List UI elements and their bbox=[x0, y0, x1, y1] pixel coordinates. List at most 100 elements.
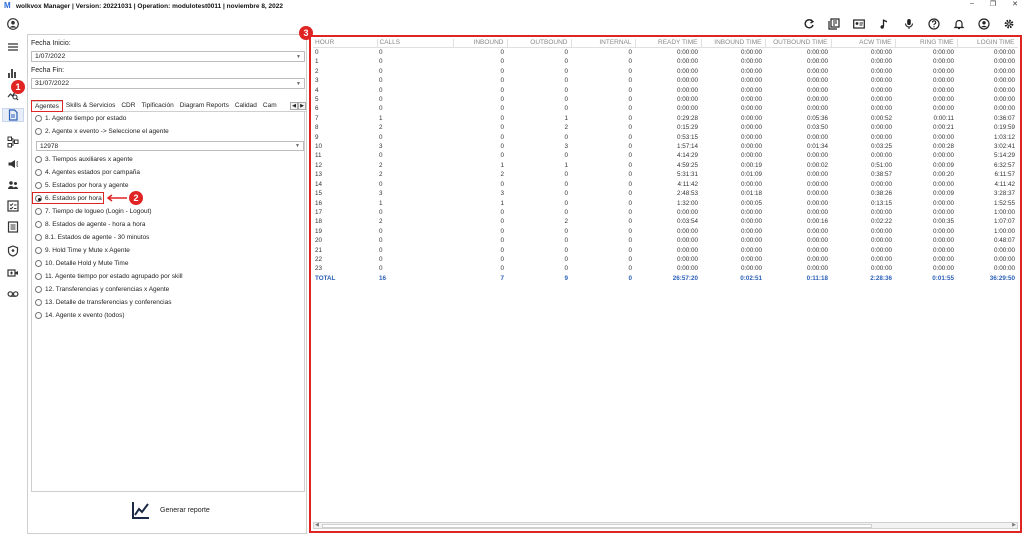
report-option-8-1[interactable]: 8.1. Estados de agente - 30 minutos bbox=[35, 234, 149, 241]
team-icon[interactable] bbox=[6, 178, 20, 192]
report-option-2[interactable]: 2. Agente x evento -> Seleccione el agen… bbox=[35, 128, 169, 135]
video-icon[interactable] bbox=[6, 266, 20, 280]
column-header[interactable]: LOGIN TIME bbox=[957, 39, 1018, 48]
report-option-7[interactable]: 7. Tiempo de logueo (Login - Logout) bbox=[35, 208, 152, 215]
checklist-icon[interactable] bbox=[6, 199, 20, 213]
voicemail-icon[interactable] bbox=[6, 287, 20, 301]
table-row[interactable]: 7 1 0 1 0 0:29:28 0:00:00 0:05:36 0:00:52 0:00:11… bbox=[313, 114, 1018, 123]
report-option-4[interactable]: 4. Agentes estados por campaña bbox=[35, 169, 140, 176]
table-row[interactable]: 10 3 0 3 0 1:57:14 0:00:00 0:01:34 0:03:25 0:00:2… bbox=[313, 142, 1018, 151]
table-row[interactable]: 17 0 0 0 0 0:00:00 0:00:00 0:00:00 0:00:00 0:00:0… bbox=[313, 208, 1018, 217]
tab-scroll-right-icon[interactable]: ▶ bbox=[298, 102, 306, 110]
column-header[interactable]: HOUR bbox=[313, 39, 378, 48]
table-row[interactable]: 5 0 0 0 0 0:00:00 0:00:00 0:00:00 0:00:00 0:00:00… bbox=[313, 95, 1018, 104]
horizontal-scrollbar[interactable]: ◀ ▶ bbox=[313, 522, 1018, 529]
table-row[interactable]: 18 2 0 2 0 0:03:54 0:00:00 0:00:16 0:02:22 0:00:3… bbox=[313, 217, 1018, 226]
table-row[interactable]: 15 3 3 0 0 2:48:53 0:01:18 0:00:00 0:38:26 0:00:0… bbox=[313, 189, 1018, 198]
table-cell: 2:48:53 bbox=[676, 190, 698, 198]
close-icon[interactable]: ✕ bbox=[1012, 0, 1018, 8]
megaphone-icon[interactable] bbox=[6, 157, 20, 171]
security-icon[interactable] bbox=[6, 244, 20, 258]
column-header[interactable]: READY TIME bbox=[635, 39, 702, 48]
column-header[interactable]: RING TIME bbox=[895, 39, 958, 48]
generate-report-button[interactable]: Generar reporte bbox=[132, 501, 210, 519]
table-row[interactable]: 23 0 0 0 0 0:00:00 0:00:00 0:00:00 0:00:00 0:00:0… bbox=[313, 264, 1018, 273]
report-option-9[interactable]: 9. Hold Time y Mute x Agente bbox=[35, 247, 130, 254]
table-row[interactable]: 16 1 1 0 0 1:32:00 0:00:05 0:00:00 0:13:15 0:00:0… bbox=[313, 199, 1018, 208]
user-icon[interactable] bbox=[977, 17, 991, 31]
window-controls: – ❐ ✕ bbox=[970, 0, 1018, 8]
flow-icon[interactable] bbox=[6, 135, 20, 149]
table-header-row: HOUR CALLS INBOUND OUTBOUND INTERNAL READY TI… bbox=[313, 39, 1018, 48]
bar-chart-icon[interactable] bbox=[6, 66, 20, 80]
reports-icon[interactable] bbox=[2, 108, 24, 122]
table-row[interactable]: 22 0 0 0 0 0:00:00 0:00:00 0:00:00 0:00:00 0:00:0… bbox=[313, 255, 1018, 264]
microphone-icon[interactable] bbox=[902, 17, 916, 31]
table-row[interactable]: 6 0 0 0 0 0:00:00 0:00:00 0:00:00 0:00:00 0:00:00… bbox=[313, 104, 1018, 113]
column-header[interactable]: OUTBOUND TIME bbox=[765, 39, 832, 48]
tab-skills-servicios[interactable]: Skills & Servicios bbox=[63, 101, 118, 111]
end-date-field[interactable]: 31/07/2022 ▼ bbox=[31, 78, 305, 89]
tab-tipificacion[interactable]: Tipificación bbox=[138, 101, 176, 111]
report-option-11[interactable]: 11. Agente tiempo por estado agrupado po… bbox=[35, 273, 183, 280]
column-header[interactable]: INBOUND TIME bbox=[701, 39, 766, 48]
minimize-icon[interactable]: – bbox=[970, 0, 974, 8]
end-date-label: Fecha Fin: bbox=[31, 67, 65, 74]
table-row[interactable]: 19 0 0 0 0 0:00:00 0:00:00 0:00:00 0:00:00 0:00:0… bbox=[313, 227, 1018, 236]
table-row[interactable]: 8 2 0 2 0 0:15:29 0:00:00 0:03:50 0:00:00 0:00:21… bbox=[313, 123, 1018, 132]
settings-icon[interactable] bbox=[1002, 17, 1016, 31]
tab-diagram-reports[interactable]: Diagram Reports bbox=[177, 101, 232, 111]
scrollbar-thumb[interactable] bbox=[322, 524, 872, 528]
start-date-field[interactable]: 1/07/2022 ▼ bbox=[31, 51, 305, 62]
report-option-13[interactable]: 13. Detalle de transferencias y conferen… bbox=[35, 299, 171, 306]
report-option-14[interactable]: 14. Agente x evento (todos) bbox=[35, 312, 125, 319]
tab-cdr[interactable]: CDR bbox=[118, 101, 138, 111]
table-cell: 11 bbox=[315, 152, 322, 160]
table-row[interactable]: 1 0 0 0 0 0:00:00 0:00:00 0:00:00 0:00:00 0:00:00… bbox=[313, 57, 1018, 66]
arrow-icon bbox=[106, 194, 127, 202]
table-row[interactable]: 9 0 0 0 0 0:53:15 0:00:00 0:00:00 0:00:00 0:00:00… bbox=[313, 133, 1018, 142]
help-icon[interactable] bbox=[927, 17, 941, 31]
bell-icon[interactable] bbox=[952, 17, 966, 31]
tab-campana[interactable]: Cam bbox=[260, 101, 280, 111]
table-cell: 0:00:00 bbox=[806, 265, 828, 273]
table-row[interactable]: 21 0 0 0 0 0:00:00 0:00:00 0:00:00 0:00:00 0:00:0… bbox=[313, 246, 1018, 255]
top-toolbar bbox=[802, 17, 1016, 31]
menu-icon[interactable] bbox=[6, 40, 20, 54]
column-header[interactable]: INBOUND bbox=[453, 39, 508, 48]
report-option-5[interactable]: 5. Estados por hora y agente bbox=[35, 182, 128, 189]
report-option-1[interactable]: 1. Agente tiempo por estado bbox=[35, 115, 126, 122]
scroll-right-icon[interactable]: ▶ bbox=[1012, 522, 1016, 528]
column-header[interactable]: ACW TIME bbox=[831, 39, 896, 48]
agent-select[interactable]: 12978 ▼ bbox=[36, 141, 304, 151]
report-option-12[interactable]: 12. Transferencias y conferencias x Agen… bbox=[35, 286, 169, 293]
column-header[interactable]: CALLS bbox=[377, 39, 454, 48]
table-row[interactable]: 2 0 0 0 0 0:00:00 0:00:00 0:00:00 0:00:00 0:00:00… bbox=[313, 67, 1018, 76]
scroll-left-icon[interactable]: ◀ bbox=[315, 522, 319, 528]
table-row[interactable]: 12 2 1 1 0 4:59:25 0:00:19 0:00:02 0:51:00 0:00:0… bbox=[313, 161, 1018, 170]
restore-icon[interactable]: ❐ bbox=[990, 0, 996, 8]
contact-card-icon[interactable] bbox=[852, 17, 866, 31]
table-cell: 1:00:00 bbox=[993, 208, 1015, 216]
refresh-icon[interactable] bbox=[802, 17, 816, 31]
column-header[interactable]: OUTBOUND bbox=[507, 39, 572, 48]
table-cell: 4:11:42 bbox=[994, 180, 1015, 188]
table-row[interactable]: 0 0 0 0 0 0:00:00 0:00:00 0:00:00 0:00:00 0:00:00… bbox=[313, 48, 1018, 58]
table-icon[interactable] bbox=[6, 220, 20, 234]
table-row[interactable]: 3 0 0 0 0 0:00:00 0:00:00 0:00:00 0:00:00 0:00:00… bbox=[313, 76, 1018, 85]
table-row[interactable]: 20 0 0 0 0 0:00:00 0:00:00 0:00:00 0:00:00 0:00:0… bbox=[313, 236, 1018, 245]
library-icon[interactable] bbox=[827, 17, 841, 31]
table-row[interactable]: 14 0 0 0 0 4:11:42 0:00:00 0:00:00 0:00:00 0:00:0… bbox=[313, 180, 1018, 189]
tab-scroll-left-icon[interactable]: ◀ bbox=[290, 102, 298, 110]
column-header[interactable]: INTERNAL bbox=[571, 39, 636, 48]
user-avatar-icon[interactable] bbox=[6, 17, 20, 31]
table-row[interactable]: 4 0 0 0 0 0:00:00 0:00:00 0:00:00 0:00:00 0:00:00… bbox=[313, 86, 1018, 95]
report-option-10[interactable]: 10. Detalle Hold y Mute Time bbox=[35, 260, 128, 267]
table-row[interactable]: 11 0 0 0 0 4:14:29 0:00:00 0:00:00 0:00:00 0:00:0… bbox=[313, 151, 1018, 160]
table-cell: 3 bbox=[500, 190, 504, 198]
report-option-3[interactable]: 3. Tiempos auxiliares x agente bbox=[35, 156, 133, 163]
report-option-8[interactable]: 8. Estados de agente - hora a hora bbox=[35, 221, 145, 228]
tab-calidad[interactable]: Calidad bbox=[232, 101, 260, 111]
music-note-icon[interactable] bbox=[877, 17, 891, 31]
table-row[interactable]: 13 2 2 0 0 5:31:31 0:01:09 0:00:00 0:38:57 0:00:2… bbox=[313, 170, 1018, 179]
